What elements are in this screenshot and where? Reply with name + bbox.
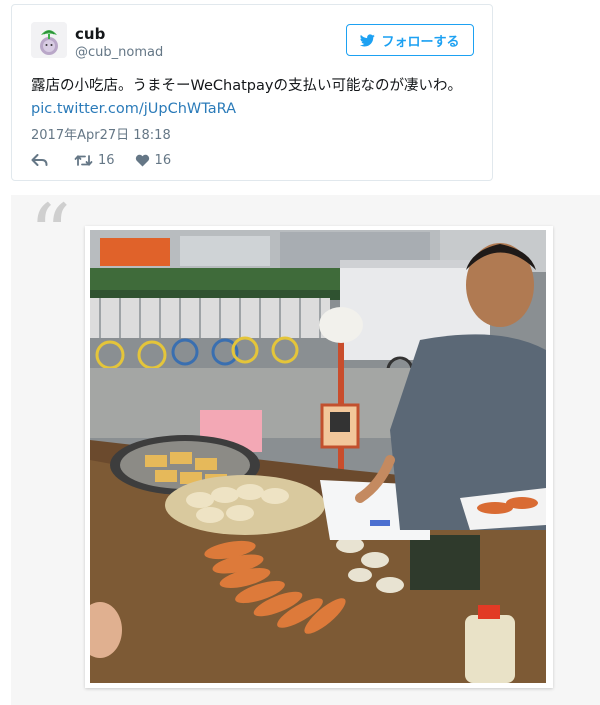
tweet-body: 露店の小吃店。うまそーWeChatpayの支払い可能なのが凄いわ。	[31, 78, 462, 94]
reply-icon	[31, 153, 48, 166]
page: cub @cub_nomad フォローする 露店の小吃店。うまそーWeChatp…	[0, 0, 600, 705]
quote-block: “	[11, 195, 600, 705]
tweet-timestamp[interactable]: 2017年Apr27日 18:18	[31, 124, 171, 143]
user-handle[interactable]: @cub_nomad	[75, 45, 163, 60]
display-name[interactable]: cub	[75, 25, 105, 43]
street-food-stall-photo	[90, 230, 546, 683]
tweet-link[interactable]: pic.twitter.com/jUpChWTaRA	[31, 101, 236, 117]
avatar-image	[31, 22, 67, 58]
heart-icon	[135, 154, 149, 166]
retweet-button[interactable]: 16	[74, 153, 115, 168]
follow-button[interactable]: フォローする	[346, 24, 474, 56]
like-count: 16	[154, 152, 172, 168]
tweet-actions: 16 16	[31, 150, 191, 170]
avatar[interactable]	[31, 22, 67, 58]
like-button[interactable]: 16	[135, 152, 172, 168]
retweet-icon	[74, 154, 93, 166]
twitter-bird-icon	[360, 33, 376, 46]
tweet-card: cub @cub_nomad フォローする 露店の小吃店。うまそーWeChatp…	[11, 4, 493, 181]
tweet-photo[interactable]	[85, 226, 553, 688]
tweet-text: 露店の小吃店。うまそーWeChatpayの支払い可能なのが凄いわ。 pic.twi…	[31, 75, 471, 121]
quote-mark: “	[29, 188, 71, 283]
follow-button-label: フォローする	[381, 34, 460, 50]
retweet-count: 16	[98, 152, 115, 168]
reply-button[interactable]	[31, 153, 48, 167]
